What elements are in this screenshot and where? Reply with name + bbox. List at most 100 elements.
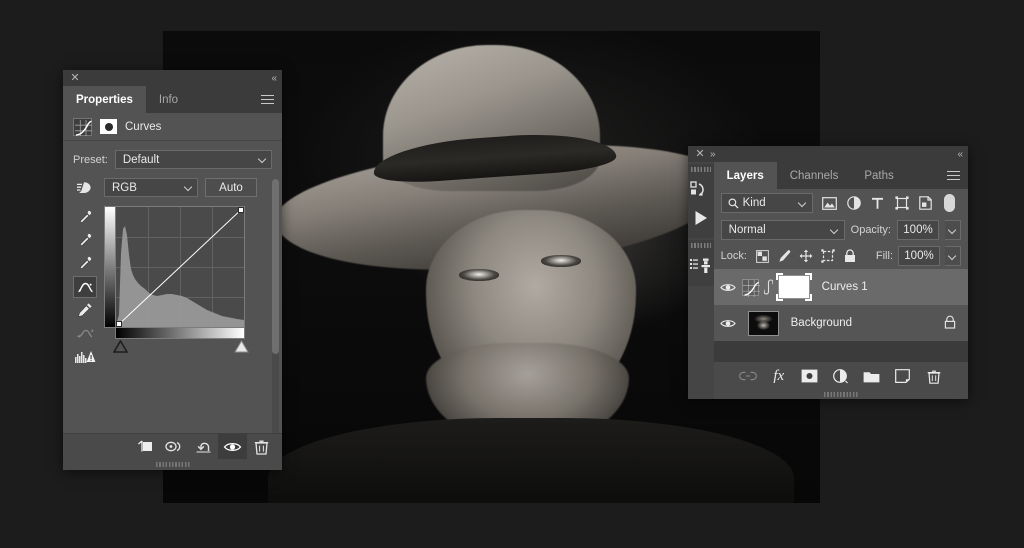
on-image-adjustment-tool[interactable] bbox=[73, 181, 97, 195]
background-layer-thumbnail[interactable] bbox=[748, 311, 779, 336]
panel-menu-button[interactable] bbox=[939, 162, 968, 189]
black-point-slider[interactable] bbox=[113, 340, 128, 353]
white-point-eyedropper-icon[interactable] bbox=[73, 253, 97, 275]
expand-dock-icon[interactable]: » bbox=[710, 149, 716, 160]
collapsed-dock-rail bbox=[688, 162, 714, 399]
hamburger-menu-icon bbox=[947, 168, 960, 182]
filter-enable-toggle[interactable] bbox=[944, 194, 955, 212]
lock-position-icon[interactable] bbox=[799, 249, 814, 264]
layer-mask-link-icon[interactable] bbox=[763, 279, 775, 295]
curves-adjustment-icon bbox=[73, 118, 92, 136]
properties-titlebar: ✕ « bbox=[63, 70, 282, 86]
filter-shape-layers-icon[interactable] bbox=[891, 192, 913, 214]
white-point-slider[interactable] bbox=[234, 340, 249, 353]
curve-point-tool-icon[interactable] bbox=[73, 276, 97, 298]
collapse-panel-icon[interactable]: « bbox=[957, 149, 962, 160]
lock-artboard-nesting-icon[interactable] bbox=[821, 249, 836, 264]
properties-footer bbox=[63, 433, 282, 459]
curves-editor bbox=[73, 206, 272, 367]
close-icon[interactable]: ✕ bbox=[69, 73, 81, 84]
new-adjustment-layer-button[interactable] bbox=[831, 366, 851, 386]
filter-type-layers-icon[interactable] bbox=[867, 192, 889, 214]
auto-button[interactable]: Auto bbox=[205, 178, 257, 197]
lock-icon-group bbox=[755, 249, 858, 264]
curve-point-white[interactable] bbox=[238, 207, 244, 213]
shoulders bbox=[268, 418, 794, 503]
toggle-previous-state-button[interactable] bbox=[160, 434, 189, 460]
new-group-button[interactable] bbox=[862, 366, 882, 386]
play-action-icon[interactable] bbox=[688, 204, 714, 232]
lock-row: Lock: bbox=[714, 243, 968, 269]
gray-point-eyedropper-icon[interactable] bbox=[73, 230, 97, 252]
channel-select[interactable]: RGB bbox=[104, 178, 198, 197]
tab-paths[interactable]: Paths bbox=[851, 162, 906, 189]
output-gradient-bar bbox=[104, 206, 115, 328]
clone-source-panel-icon[interactable] bbox=[688, 252, 714, 280]
table-row[interactable]: Background bbox=[714, 305, 968, 341]
properties-panel: ✕ « Properties Info Curves bbox=[63, 70, 282, 470]
fill-input[interactable]: 100% bbox=[898, 246, 940, 266]
layer-name[interactable]: Curves 1 bbox=[822, 281, 868, 293]
clip-to-layer-button[interactable] bbox=[131, 434, 160, 460]
lock-image-pixels-icon[interactable] bbox=[777, 249, 792, 264]
panel-resize-grip[interactable] bbox=[714, 390, 968, 399]
rail-grip bbox=[691, 167, 711, 172]
right-eye bbox=[541, 255, 582, 266]
curves-graph[interactable] bbox=[115, 206, 245, 328]
lock-all-icon[interactable] bbox=[843, 249, 858, 264]
layers-panel: ✕ » « bbox=[688, 146, 968, 399]
add-layer-style-button[interactable]: fx bbox=[769, 366, 789, 386]
collapse-panel-icon[interactable]: « bbox=[271, 73, 276, 84]
panel-menu-button[interactable] bbox=[253, 86, 282, 113]
toggle-layer-visibility-button[interactable] bbox=[218, 434, 247, 460]
opacity-slider-caret[interactable] bbox=[945, 220, 961, 240]
pencil-draw-curve-icon[interactable] bbox=[73, 299, 97, 321]
eye-icon bbox=[720, 282, 736, 293]
preset-select[interactable]: Default bbox=[115, 150, 272, 169]
link-layers-button[interactable] bbox=[738, 366, 758, 386]
adjustment-title: Curves bbox=[125, 121, 161, 133]
curve-point-black[interactable] bbox=[116, 321, 122, 327]
curves-layer-thumbnail[interactable] bbox=[742, 279, 759, 296]
filter-adjustment-layers-icon[interactable] bbox=[843, 192, 865, 214]
layers-titlebar: ✕ » « bbox=[688, 146, 968, 162]
close-icon[interactable]: ✕ bbox=[694, 149, 706, 160]
blend-mode-select[interactable]: Normal bbox=[721, 220, 845, 240]
opacity-input[interactable]: 100% bbox=[897, 220, 939, 240]
history-panel-icon[interactable] bbox=[688, 176, 714, 204]
opacity-label: Opacity: bbox=[851, 224, 891, 236]
new-layer-button[interactable] bbox=[893, 366, 913, 386]
filter-kind-select[interactable]: Kind bbox=[721, 193, 813, 213]
delete-adjustment-layer-button[interactable] bbox=[247, 434, 276, 460]
histogram-clipping-warning-icon[interactable] bbox=[73, 345, 97, 367]
tab-properties[interactable]: Properties bbox=[63, 86, 146, 113]
filter-smart-object-layers-icon[interactable] bbox=[915, 192, 937, 214]
lock-transparent-pixels-icon[interactable] bbox=[755, 249, 770, 264]
filter-pixel-layers-icon[interactable] bbox=[819, 192, 841, 214]
smooth-curve-icon[interactable] bbox=[73, 322, 97, 344]
add-layer-mask-button[interactable] bbox=[800, 366, 820, 386]
black-point-eyedropper-icon[interactable] bbox=[73, 207, 97, 229]
layer-visibility-toggle[interactable] bbox=[714, 318, 742, 329]
photoshop-window: ✕ « Properties Info Curves bbox=[0, 0, 1024, 548]
properties-header: Curves bbox=[63, 113, 282, 141]
fill-slider-caret[interactable] bbox=[945, 246, 961, 266]
input-gradient-bar bbox=[115, 328, 245, 339]
properties-tabstrip: Properties Info bbox=[63, 86, 282, 113]
layer-name[interactable]: Background bbox=[791, 317, 852, 329]
eye-icon bbox=[720, 318, 736, 329]
search-icon bbox=[728, 198, 739, 209]
table-row[interactable]: Curves 1 bbox=[714, 269, 968, 305]
properties-scrollbar[interactable] bbox=[272, 179, 279, 469]
panel-resize-grip[interactable] bbox=[63, 459, 282, 470]
filter-kind-label: Kind bbox=[743, 197, 766, 209]
delete-layer-button[interactable] bbox=[924, 366, 944, 386]
hamburger-menu-icon bbox=[261, 92, 274, 106]
layer-visibility-toggle[interactable] bbox=[714, 282, 742, 293]
tab-layers[interactable]: Layers bbox=[714, 162, 777, 189]
layers-tabstrip: Layers Channels Paths bbox=[714, 162, 968, 189]
tab-info[interactable]: Info bbox=[146, 86, 191, 113]
reset-adjustment-button[interactable] bbox=[189, 434, 218, 460]
layer-mask-thumbnail[interactable] bbox=[778, 275, 810, 299]
tab-channels[interactable]: Channels bbox=[777, 162, 852, 189]
